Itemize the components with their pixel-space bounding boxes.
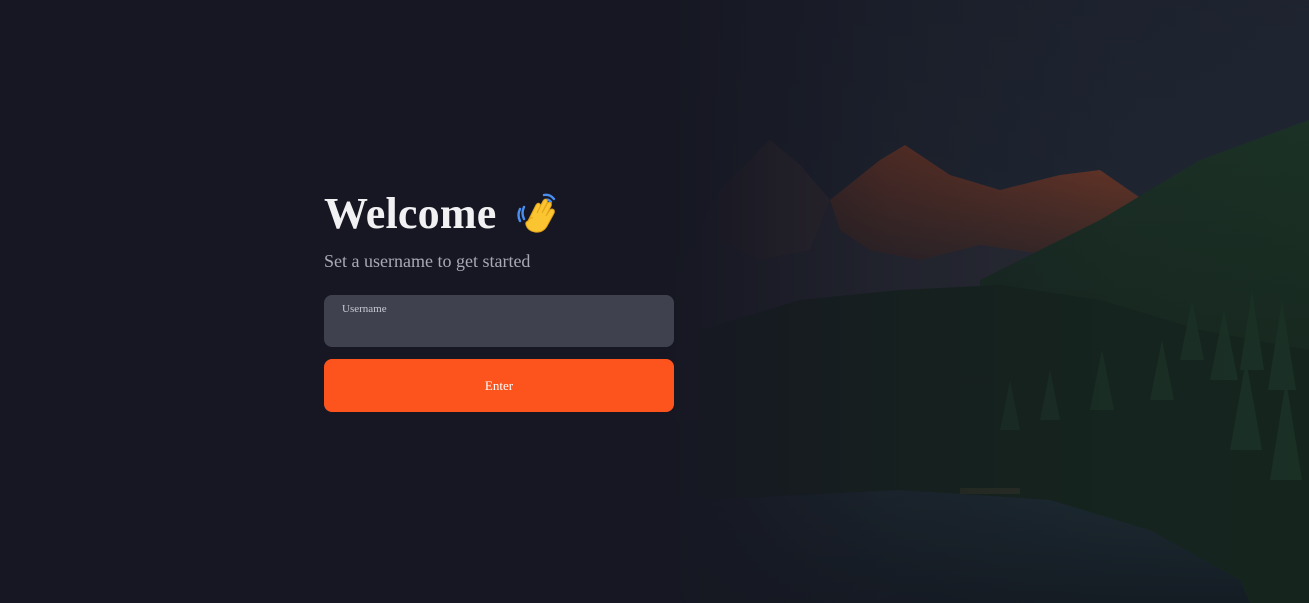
page-subtitle: Set a username to get started — [324, 251, 531, 271]
login-page: Welcome Set a username to get started Us… — [0, 0, 1309, 603]
waving-hand-icon — [514, 191, 560, 237]
page-title: Welcome — [324, 189, 497, 238]
welcome-panel: Welcome Set a username to get started Us… — [324, 188, 674, 412]
username-label: Username — [342, 303, 387, 315]
enter-button[interactable]: Enter — [324, 359, 674, 412]
username-field[interactable]: Username — [324, 295, 674, 347]
username-input[interactable] — [342, 319, 656, 341]
title-row: Welcome — [324, 188, 674, 240]
